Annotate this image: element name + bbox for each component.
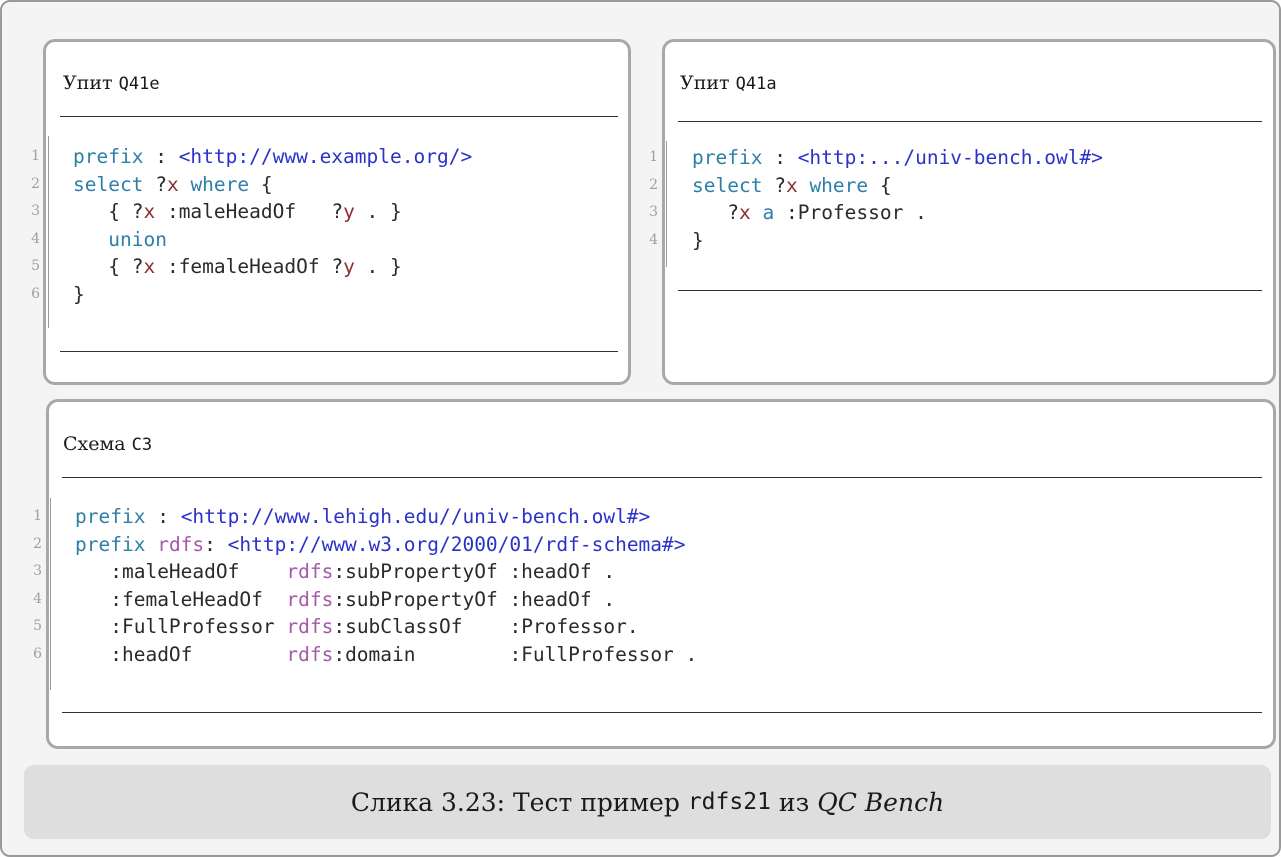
query-q41a-code: prefix : <http:.../univ-bench.owl#> sele…: [692, 146, 1103, 252]
query-q41e-code: prefix : <http://www.example.org/> selec…: [73, 145, 473, 306]
query-q41e-bottom-rule: [60, 351, 618, 352]
query-q41a-line-numbers: 1 2 3 4: [649, 149, 658, 248]
schema-c3-top-rule: [62, 477, 1262, 478]
figure-caption: Слика 3.23: Тест пример rdfs21 из QC Ben…: [350, 787, 945, 817]
figure-caption-bar: Слика 3.23: Тест пример rdfs21 из QC Ben…: [24, 765, 1271, 839]
query-q41a-bottom-rule: [678, 290, 1262, 291]
schema-c3-code: prefix : <http://www.lehigh.edu//univ-be…: [75, 505, 698, 666]
query-q41a-top-rule: [678, 121, 1262, 122]
schema-c3-title: Схема C3: [63, 433, 153, 455]
query-q41a-gutter: [666, 141, 667, 267]
schema-c3-bottom-rule: [62, 712, 1262, 713]
schema-c3-line-numbers: 1 2 3 4 5 6: [33, 508, 42, 662]
query-q41e-line-numbers: 1 2 3 4 5 6: [31, 148, 40, 302]
query-q41e-gutter: [48, 136, 49, 328]
query-q41a-title: Упит Q41a: [680, 72, 777, 94]
query-q41e-title: Упит Q41e: [63, 72, 160, 94]
query-q41e-top-rule: [60, 116, 618, 117]
schema-c3-gutter: [50, 498, 51, 690]
